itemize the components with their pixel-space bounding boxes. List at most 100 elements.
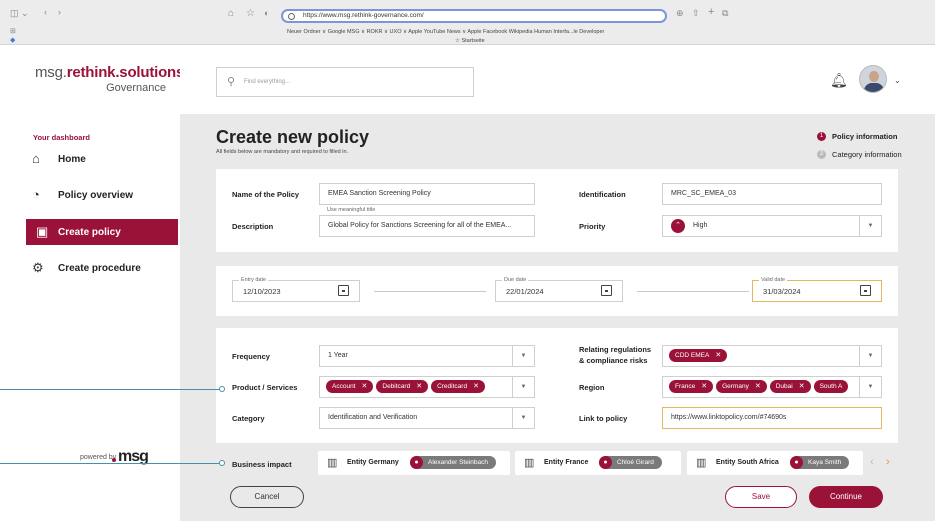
search-placeholder: Find everything...: [244, 79, 291, 85]
save-button[interactable]: Save: [725, 486, 797, 508]
valid-date-input[interactable]: Valid date 31/03/2024: [752, 277, 882, 302]
description-label: Description: [232, 222, 274, 231]
regulations-label: Relating regulations: [579, 345, 652, 354]
annotation-dot: [219, 460, 225, 466]
sidebar-item-label: Create procedure: [58, 262, 141, 274]
chip-account[interactable]: Account ✕: [326, 379, 374, 393]
policy-doc-icon: ▣: [36, 224, 49, 239]
cancel-button[interactable]: Cancel: [230, 486, 304, 508]
category-label: Category: [232, 414, 265, 423]
priority-select[interactable]: ⌃ High ▼: [662, 215, 882, 237]
start-page-link[interactable]: ☆ Startseite: [455, 38, 485, 44]
classification-card: Frequency 1 Year ▼ Relating regulations …: [216, 328, 898, 443]
regulations-label-line2: & compliance risks: [579, 356, 648, 365]
forward-icon[interactable]: ›: [58, 7, 61, 17]
url-bar[interactable]: https://www.msg.rethink-governance.com/: [281, 9, 667, 23]
bookmarks-bar[interactable]: Neuer Ordner ∨ Google MSG ∨ ROKR ∨ UXO ∨…: [287, 29, 604, 35]
gears-icon: ⚙: [32, 260, 44, 275]
download-icon[interactable]: ⊕: [676, 8, 684, 19]
close-icon: ✕: [715, 351, 722, 359]
new-tab-icon[interactable]: +: [708, 6, 714, 18]
sidebar-toggle-icon[interactable]: ◫ ⌄: [10, 8, 29, 19]
chevron-down-icon[interactable]: ▼: [512, 408, 534, 428]
frequency-label: Frequency: [232, 352, 270, 361]
frequency-select[interactable]: 1 Year ▼: [319, 345, 535, 367]
brand-subtitle: Governance: [106, 82, 166, 94]
continue-button[interactable]: Continue: [809, 486, 883, 508]
chip-germany[interactable]: Germany ✕: [716, 379, 767, 393]
building-icon: ▥: [696, 457, 707, 469]
sidebar: msg.rethink.solutions Governance Your da…: [0, 46, 184, 521]
link-input[interactable]: https://www.linktopolicy.com/#74690s: [662, 407, 882, 429]
entity-card-france[interactable]: ▥ Entity France ● Chloé Girard: [515, 451, 681, 475]
entity-card-south-africa[interactable]: ▥ Entity South Africa ● Kaya Smith: [687, 451, 863, 475]
person-chip[interactable]: ● Chloé Girard: [599, 456, 662, 469]
description-input[interactable]: Global Policy for Sanctions Screening fo…: [319, 215, 535, 237]
extension-icon[interactable]: ◆: [10, 36, 15, 44]
person-chip[interactable]: ● Kaya Smith: [790, 456, 850, 469]
user-icon: ●: [599, 456, 612, 469]
sidebar-item-home[interactable]: ⌂ Home: [0, 146, 180, 172]
home-icon[interactable]: ⌂: [228, 8, 234, 19]
shield-icon[interactable]: ◐: [264, 8, 269, 18]
chip-debitcard[interactable]: Debitcard ✕: [376, 379, 429, 393]
user-icon: ●: [790, 456, 803, 469]
region-select[interactable]: France ✕ Germany ✕ Dubai ✕ South A ▼: [662, 376, 882, 398]
back-icon[interactable]: ‹: [44, 7, 47, 17]
url-text: https://www.msg.rethink-governance.com/: [303, 12, 424, 19]
regulations-select[interactable]: CDD EMEA ✕ ▼: [662, 345, 882, 367]
bell-icon[interactable]: 🔔︎: [830, 72, 848, 89]
sidebar-item-label: Home: [58, 153, 86, 165]
close-icon: ✕: [754, 382, 761, 390]
sidebar-item-policy-overview[interactable]: ◔ Policy overview: [0, 182, 180, 208]
chevron-right-icon[interactable]: ›: [886, 456, 890, 468]
tabs-icon[interactable]: ⧉: [722, 8, 728, 19]
chevron-down-icon[interactable]: ▼: [512, 377, 534, 397]
product-label: Product / Services: [232, 383, 298, 392]
site-info-icon[interactable]: [288, 13, 295, 20]
due-date-input[interactable]: Due date 22/01/2024: [495, 277, 623, 302]
calendar-icon[interactable]: [860, 285, 871, 296]
sidebar-item-create-policy[interactable]: ▣ Create policy: [26, 219, 178, 245]
chevron-down-icon[interactable]: ⌄: [894, 76, 901, 85]
sidebar-item-label: Policy overview: [58, 189, 134, 201]
chip-creditcard[interactable]: Creditcard ✕: [431, 379, 485, 393]
dates-card: Entry date 12/10/2023 Due date 22/01/202…: [216, 266, 898, 316]
entry-date-input[interactable]: Entry date 12/10/2023: [232, 277, 360, 302]
avatar[interactable]: [859, 65, 887, 93]
page-title: Create new policy: [216, 127, 370, 147]
close-icon: ✕: [473, 382, 479, 390]
product-select[interactable]: Account ✕ Debitcard ✕ Creditcard ✕ ▼: [319, 376, 535, 398]
person-chip[interactable]: ● Alexander Steinbach: [410, 456, 496, 469]
chevron-down-icon[interactable]: ▼: [859, 377, 881, 397]
category-select[interactable]: Identification and Verification ▼: [319, 407, 535, 429]
search-input[interactable]: ⚲ Find everything...: [216, 67, 474, 97]
entity-card-germany[interactable]: ▥ Entity Germany ● Alexander Steinbach: [318, 451, 510, 475]
grid-icon[interactable]: ⊞: [10, 27, 16, 35]
priority-value: High: [693, 222, 708, 229]
calendar-icon[interactable]: [601, 285, 612, 296]
chip-south-africa[interactable]: South A: [813, 379, 849, 393]
pie-chart-icon: ◔: [32, 187, 40, 202]
share-icon[interactable]: ⇧: [692, 8, 700, 19]
calendar-icon[interactable]: [338, 285, 349, 296]
sidebar-item-create-procedure[interactable]: ⚙ Create procedure: [0, 255, 180, 281]
chevron-left-icon[interactable]: ‹: [870, 456, 874, 468]
chip-france[interactable]: France ✕: [669, 379, 714, 393]
chevron-down-icon[interactable]: ▼: [859, 346, 881, 366]
annotation-line: [0, 463, 220, 464]
annotation-line: [0, 389, 220, 390]
close-icon: ✕: [416, 382, 423, 390]
annotation-dot: [219, 386, 225, 392]
chip-dubai[interactable]: Dubai ✕: [769, 379, 811, 393]
star-icon[interactable]: ☆: [246, 8, 255, 19]
identification-input[interactable]: MRC_SC_EMEA_03: [662, 183, 882, 205]
close-icon: ✕: [361, 382, 368, 390]
chip-cdd-emea[interactable]: CDD EMEA ✕: [669, 348, 728, 362]
chevron-down-icon[interactable]: ▼: [512, 346, 534, 366]
close-icon: ✕: [798, 382, 805, 390]
policy-name-input[interactable]: EMEA Sanction Screening Policy: [319, 183, 535, 205]
brand-logo: msg.rethink.solutions: [35, 64, 185, 81]
chevron-down-icon[interactable]: ▼: [859, 216, 881, 236]
browser-chrome: ◫ ⌄ ‹ › ⌂ ☆ ◐ https://www.msg.rethink-go…: [0, 0, 935, 45]
